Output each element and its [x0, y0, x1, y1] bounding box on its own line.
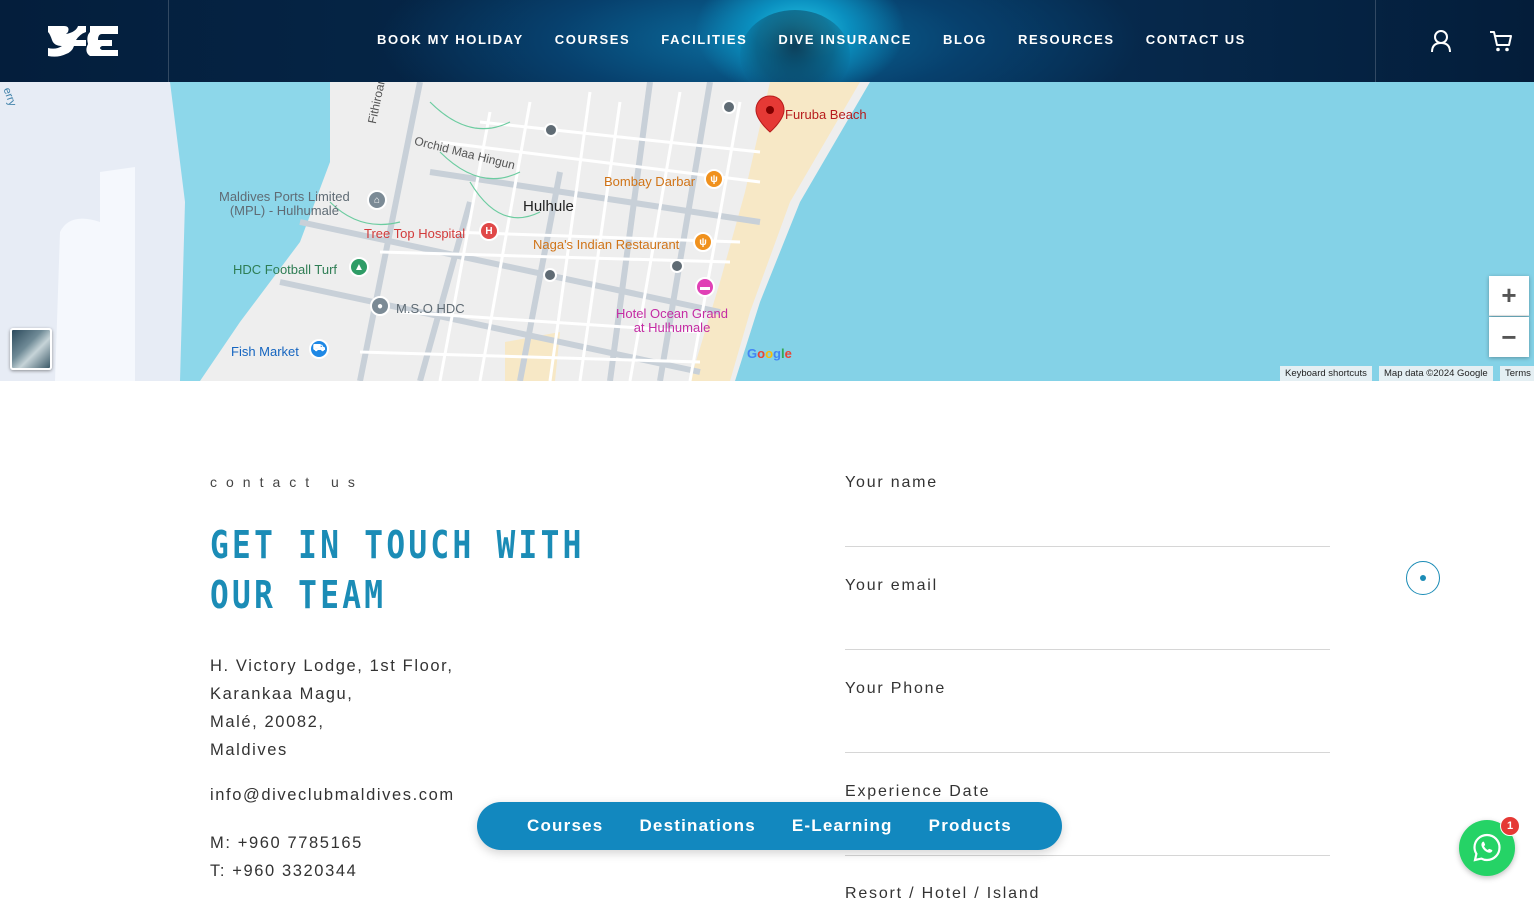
- zoom-out-button[interactable]: −: [1489, 317, 1529, 357]
- nav-facilities[interactable]: FACILITIES: [661, 32, 747, 47]
- google-logo: Google: [747, 346, 792, 361]
- address-block: H. Victory Lodge, 1st Floor, Karankaa Ma…: [210, 652, 454, 764]
- cart-icon[interactable]: [1489, 29, 1513, 53]
- hotel-icon: ▬: [695, 277, 715, 297]
- map-poi-fish-market[interactable]: Fish Market: [231, 345, 299, 359]
- satellite-toggle-button[interactable]: [10, 328, 52, 370]
- map-poi-ports[interactable]: Maldives Ports Limited (MPL) - Hulhumalé: [219, 190, 350, 218]
- address-line: Maldives: [210, 741, 288, 759]
- keyboard-shortcuts-link[interactable]: Keyboard shortcuts: [1280, 366, 1372, 381]
- address-line: H. Victory Lodge, 1st Floor,: [210, 657, 454, 675]
- quick-nav-products[interactable]: Products: [929, 816, 1012, 836]
- map-base: [0, 82, 1534, 381]
- bus-stop-icon: [670, 259, 684, 273]
- telephone-link[interactable]: T: +960 3320344: [210, 862, 357, 881]
- bus-stop-icon: [543, 268, 557, 282]
- notification-badge: 1: [1500, 816, 1520, 836]
- park-icon: ▲: [349, 257, 369, 277]
- map-area-label: Hulhule: [523, 198, 574, 215]
- user-icon[interactable]: [1429, 29, 1453, 53]
- section-eyebrow: contact us: [210, 474, 364, 490]
- scroll-indicator-dot: [1420, 575, 1426, 581]
- name-label: Your name: [845, 474, 938, 491]
- bus-stop-icon: [722, 100, 736, 114]
- email-link[interactable]: info@diveclubmaldives.com: [210, 786, 455, 805]
- address-line: Karankaa Magu,: [210, 685, 354, 703]
- header-divider-left: [168, 0, 169, 82]
- nav-resources[interactable]: RESOURCES: [1018, 32, 1115, 47]
- nav-contact-us[interactable]: CONTACT US: [1146, 32, 1246, 47]
- whatsapp-icon: [1473, 833, 1501, 862]
- quick-nav-courses[interactable]: Courses: [527, 816, 603, 836]
- quick-nav-bar: Courses Destinations E-Learning Products: [477, 802, 1062, 850]
- scroll-indicator[interactable]: [1406, 561, 1440, 595]
- place-icon: ●: [370, 296, 390, 316]
- name-field[interactable]: [845, 513, 1330, 547]
- bus-stop-icon: [544, 123, 558, 137]
- main-nav: BOOK MY HOLIDAY COURSES FACILITIES DIVE …: [377, 32, 1246, 47]
- zoom-in-button[interactable]: +: [1489, 276, 1529, 316]
- phone-field[interactable]: [845, 719, 1330, 753]
- quick-nav-e-learning[interactable]: E-Learning: [792, 816, 893, 836]
- map-poi-bombay-darbar[interactable]: Bombay Darbar: [604, 175, 695, 189]
- map-poi-hotel[interactable]: Hotel Ocean Grand at Hulhumale: [616, 307, 728, 335]
- nav-book-my-holiday[interactable]: BOOK MY HOLIDAY: [377, 32, 524, 47]
- mobile-phone-link[interactable]: M: +960 7785165: [210, 834, 363, 853]
- shopping-cart-icon: ⛟: [309, 339, 329, 359]
- quick-nav-destinations[interactable]: Destinations: [639, 816, 755, 836]
- location-map[interactable]: erry Furuba Beach Hulhule Fithiroanu Mag…: [0, 82, 1534, 381]
- hospital-icon: H: [479, 221, 499, 241]
- header-divider-right: [1375, 0, 1376, 82]
- map-poi-mso[interactable]: M.S.O HDC: [396, 302, 465, 316]
- map-data-attribution: Map data ©2024 Google: [1379, 366, 1493, 381]
- email-label: Your email: [845, 577, 939, 594]
- phone-label: Your Phone: [845, 680, 947, 697]
- map-marker-label[interactable]: Furuba Beach: [785, 108, 867, 122]
- map-poi-nagas[interactable]: Naga's Indian Restaurant: [533, 238, 679, 252]
- map-poi-football[interactable]: HDC Football Turf: [233, 263, 337, 277]
- nav-courses[interactable]: COURSES: [555, 32, 631, 47]
- site-header: BOOK MY HOLIDAY COURSES FACILITIES DIVE …: [0, 0, 1534, 82]
- government-icon: ⌂: [367, 190, 387, 210]
- address-line: Malé, 20082,: [210, 713, 325, 731]
- restaurant-icon: ψ: [693, 232, 713, 252]
- restaurant-icon: ψ: [704, 169, 724, 189]
- page-title: GET IN TOUCH WITH OUR TEAM: [210, 523, 585, 617]
- experience-date-label: Experience Date: [845, 783, 991, 800]
- map-poi-hospital[interactable]: Tree Top Hospital: [364, 227, 465, 241]
- dive-club-logo[interactable]: [46, 22, 120, 60]
- email-field[interactable]: [845, 616, 1330, 650]
- resort-hotel-island-label: Resort / Hotel / Island: [845, 885, 1041, 902]
- nav-dive-insurance[interactable]: DIVE INSURANCE: [778, 32, 912, 47]
- terms-link[interactable]: Terms: [1500, 366, 1534, 381]
- nav-blog[interactable]: BLOG: [943, 32, 987, 47]
